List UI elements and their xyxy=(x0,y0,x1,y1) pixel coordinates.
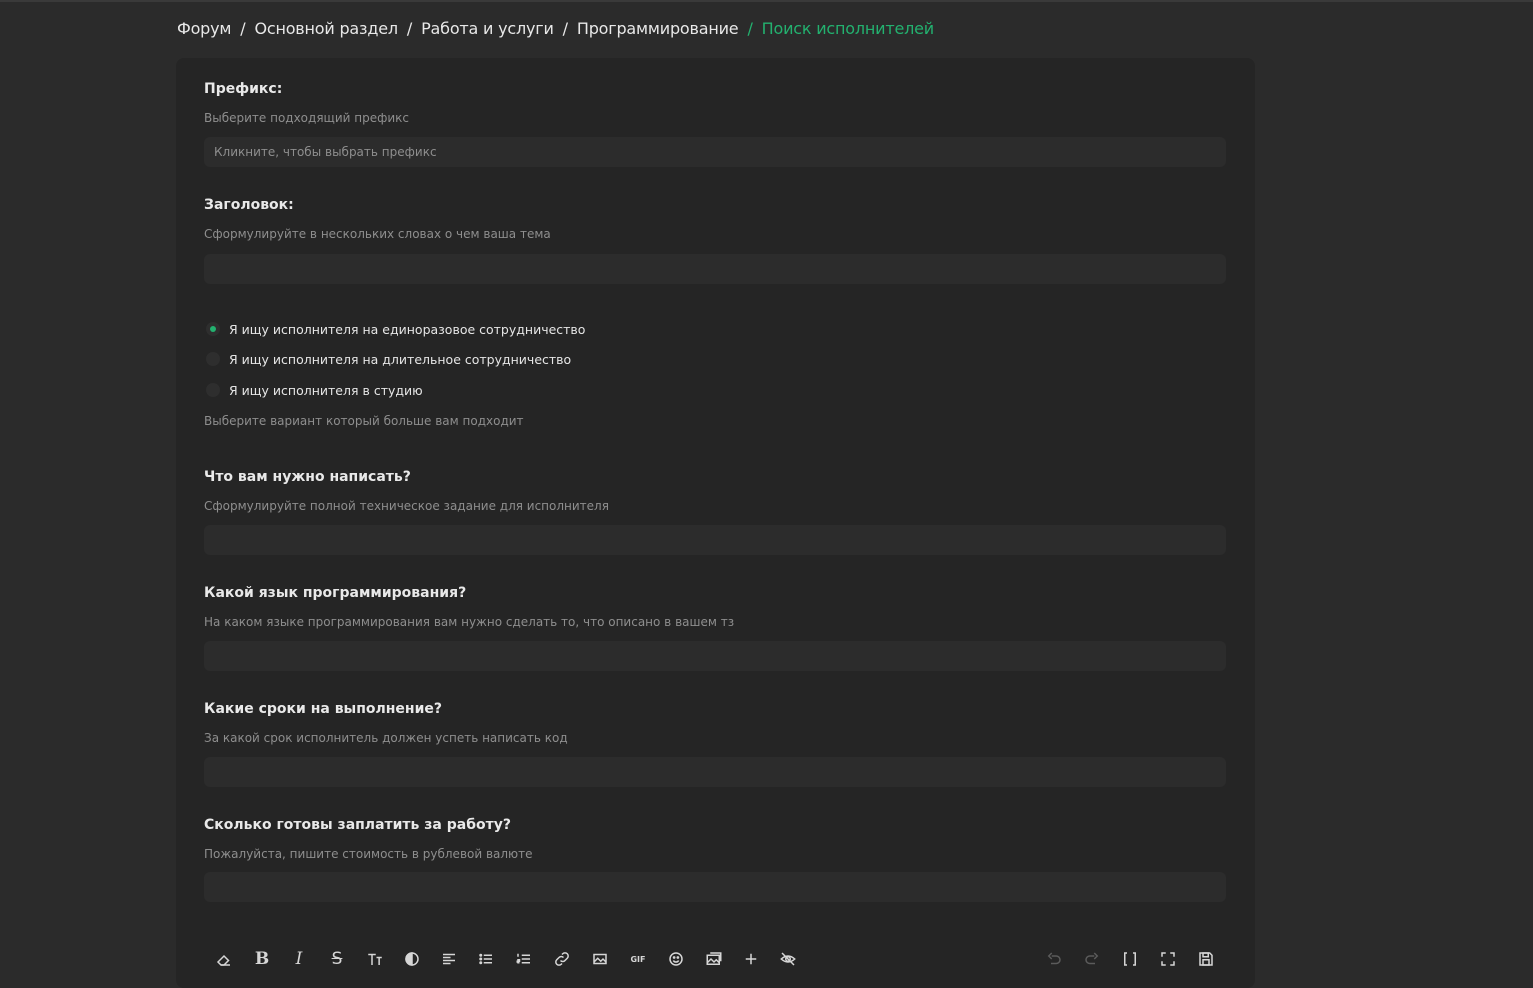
title-input[interactable] xyxy=(204,254,1226,284)
text-size-icon[interactable] xyxy=(363,947,387,971)
title-hint: Сформулируйте в нескольких словах о чем … xyxy=(204,227,551,241)
color-icon[interactable] xyxy=(400,947,424,971)
breadcrumb-main-section[interactable]: Основной раздел xyxy=(254,19,398,38)
radio-label: Я ищу исполнителя на единоразовое сотруд… xyxy=(229,321,586,337)
undo-icon[interactable] xyxy=(1042,947,1066,971)
bold-icon[interactable]: B xyxy=(250,947,274,971)
budget-input[interactable] xyxy=(204,872,1226,902)
radio-option-long-term[interactable]: Я ищу исполнителя на длительное сотрудни… xyxy=(206,350,571,368)
italic-icon[interactable]: I xyxy=(287,947,311,971)
language-input[interactable] xyxy=(204,641,1226,671)
cooperation-hint: Выберите вариант который больше вам подх… xyxy=(204,414,524,428)
deadline-input[interactable] xyxy=(204,757,1226,787)
image-icon[interactable] xyxy=(588,947,612,971)
eraser-icon[interactable] xyxy=(212,947,236,971)
align-icon[interactable] xyxy=(437,947,461,971)
bbcode-toggle-icon[interactable] xyxy=(1118,947,1142,971)
radio-label: Я ищу исполнителя на длительное сотрудни… xyxy=(229,351,572,367)
top-border xyxy=(0,0,1533,2)
radio-button-checked[interactable] xyxy=(206,322,220,336)
breadcrumb-separator: / xyxy=(240,19,246,38)
deadline-hint: За какой срок исполнитель должен успеть … xyxy=(204,731,568,745)
editor-toolbar: B I S GIF xyxy=(204,944,1226,974)
breadcrumb: Форум / Основной раздел / Работа и услуги / Пр… xyxy=(177,18,934,40)
bullet-list-icon[interactable] xyxy=(474,947,498,971)
prefix-label: Префикс: xyxy=(204,81,283,97)
media-icon[interactable] xyxy=(702,947,726,971)
breadcrumb-separator: / xyxy=(747,19,753,38)
insert-icon[interactable] xyxy=(739,947,763,971)
redo-icon[interactable] xyxy=(1080,947,1104,971)
hide-icon[interactable] xyxy=(776,947,800,971)
breadcrumb-separator: / xyxy=(406,19,413,38)
budget-label: Сколько готовы заплатить за работу? xyxy=(204,817,511,833)
language-label: Какой язык программирования? xyxy=(204,585,467,601)
task-label: Что вам нужно написать? xyxy=(204,469,411,485)
strikethrough-icon[interactable]: S xyxy=(325,947,349,971)
task-input[interactable] xyxy=(204,525,1226,555)
deadline-label: Какие сроки на выполнение? xyxy=(204,701,443,717)
budget-hint: Пожалуйста, пишите стоимость в рублевой … xyxy=(204,847,533,861)
prefix-hint: Выберите подходящий префикс xyxy=(204,111,410,125)
breadcrumb-separator: / xyxy=(562,19,568,38)
link-icon[interactable] xyxy=(550,947,574,971)
language-hint: На каком языке программирования вам нужн… xyxy=(204,615,735,629)
breadcrumb-current[interactable]: Поиск исполнителей xyxy=(762,19,935,38)
breadcrumb-programming[interactable]: Программирование xyxy=(577,19,739,38)
save-draft-icon[interactable] xyxy=(1194,947,1218,971)
radio-button[interactable] xyxy=(206,352,220,366)
smile-icon[interactable] xyxy=(664,947,688,971)
task-hint: Сформулируйте полной техническое задание… xyxy=(204,499,609,513)
radio-label: Я ищу исполнителя в студию xyxy=(229,382,423,398)
breadcrumb-work-services[interactable]: Работа и услуги xyxy=(421,19,554,38)
gif-icon[interactable]: GIF xyxy=(626,947,650,971)
radio-option-one-time[interactable]: Я ищу исполнителя на единоразовое сотруд… xyxy=(206,320,585,338)
breadcrumb-forum[interactable]: Форум xyxy=(177,19,231,38)
prefix-select[interactable]: Кликните, чтобы выбрать префикс xyxy=(204,137,1226,167)
radio-option-studio[interactable]: Я ищу исполнителя в студию xyxy=(206,381,423,399)
radio-button[interactable] xyxy=(206,383,220,397)
fullscreen-icon[interactable] xyxy=(1156,947,1180,971)
numbered-list-icon[interactable] xyxy=(512,947,536,971)
new-thread-form: Префикс: Выберите подходящий префикс Кли… xyxy=(176,58,1255,988)
title-label: Заголовок: xyxy=(204,197,294,213)
